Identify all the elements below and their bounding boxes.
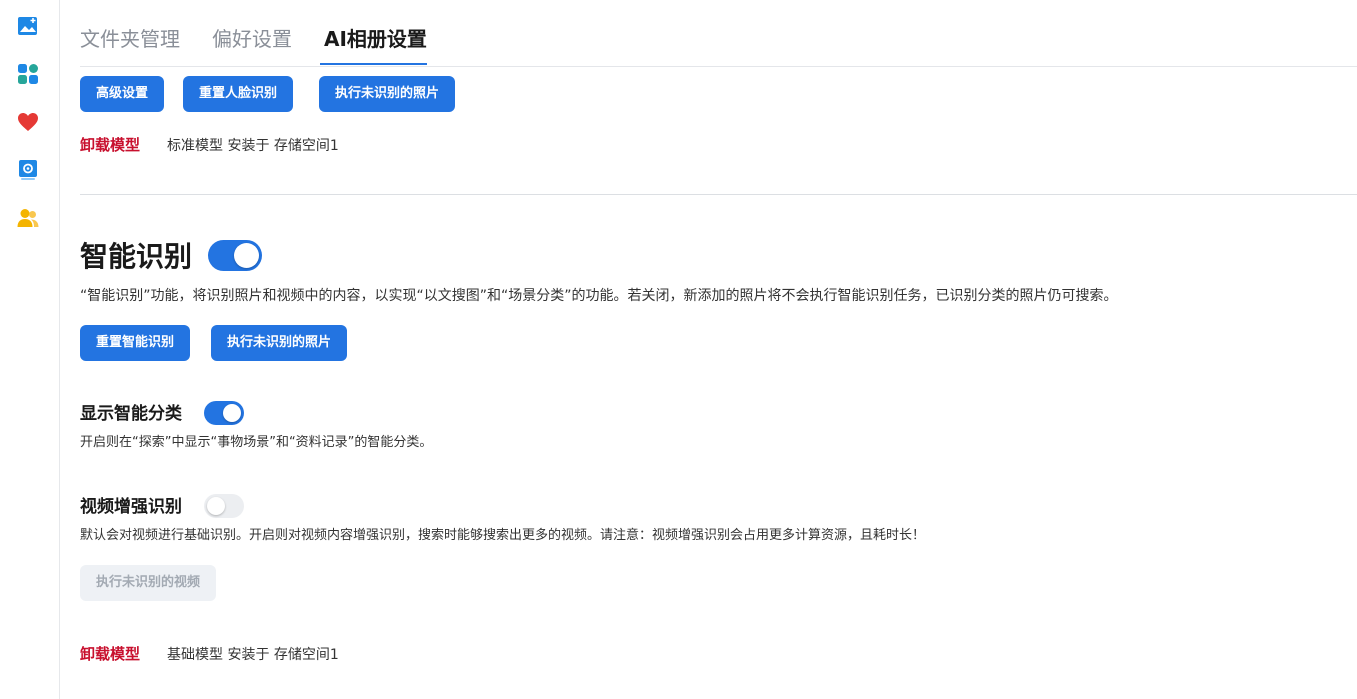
uninstall-face-model-link[interactable]: 卸载模型 <box>80 134 140 155</box>
tab-preferences[interactable]: 偏好设置 <box>212 26 292 52</box>
show-smart-category-description: 开启则在“探索”中显示“事物场景”和“资料记录”的智能分类。 <box>80 435 433 450</box>
smart-recognition-toggle[interactable] <box>208 240 262 271</box>
settings-panel: 文件夹管理 偏好设置 AI相册设置 高级设置 重置人脸识别 执行未识别的照片 卸… <box>80 0 1357 699</box>
reset-smart-recognition-button[interactable]: 重置智能识别 <box>80 325 191 361</box>
tab-folder-management[interactable]: 文件夹管理 <box>80 26 180 52</box>
active-tab-indicator <box>320 63 427 65</box>
video-enhance-title: 视频增强识别 <box>80 497 182 517</box>
settings-tabs: 文件夹管理 偏好设置 AI相册设置 <box>80 0 1357 67</box>
toggle-knob <box>234 243 259 268</box>
sidebar <box>0 0 60 699</box>
advanced-settings-button[interactable]: 高级设置 <box>80 76 165 112</box>
show-smart-category-title: 显示智能分类 <box>80 404 182 424</box>
video-enhance-toggle[interactable] <box>204 494 244 518</box>
photo-settings-icon[interactable] <box>17 159 39 181</box>
people-icon[interactable] <box>17 207 39 229</box>
toggle-knob <box>223 404 241 422</box>
apps-grid-icon[interactable] <box>17 63 39 85</box>
heart-icon[interactable] <box>17 111 39 133</box>
image-add-icon[interactable] <box>17 15 39 37</box>
tab-ai-album-settings[interactable]: AI相册设置 <box>324 26 427 52</box>
show-smart-category-toggle[interactable] <box>204 401 244 425</box>
uninstall-smart-model-link[interactable]: 卸载模型 <box>80 643 140 664</box>
smart-model-info: 基础模型 安装于 存储空间1 <box>167 647 339 663</box>
smart-recognition-description: “智能识别”功能，将识别照片和视频中的内容，以实现“以文搜图”和“场景分类”的功… <box>80 288 1118 304</box>
section-divider <box>80 194 1357 195</box>
reset-face-recognition-button[interactable]: 重置人脸识别 <box>183 76 294 112</box>
toggle-knob <box>207 497 225 515</box>
smart-recognition-title: 智能识别 <box>80 240 193 273</box>
run-unrecognized-photos-face-button[interactable]: 执行未识别的照片 <box>319 76 456 112</box>
face-model-info: 标准模型 安装于 存储空间1 <box>167 138 339 154</box>
video-enhance-description: 默认会对视频进行基础识别。开启则对视频内容增强识别，搜索时能够搜索出更多的视频。… <box>80 528 926 543</box>
run-unrecognized-videos-button[interactable]: 执行未识别的视频 <box>80 565 217 601</box>
run-unrecognized-photos-button[interactable]: 执行未识别的照片 <box>211 325 348 361</box>
